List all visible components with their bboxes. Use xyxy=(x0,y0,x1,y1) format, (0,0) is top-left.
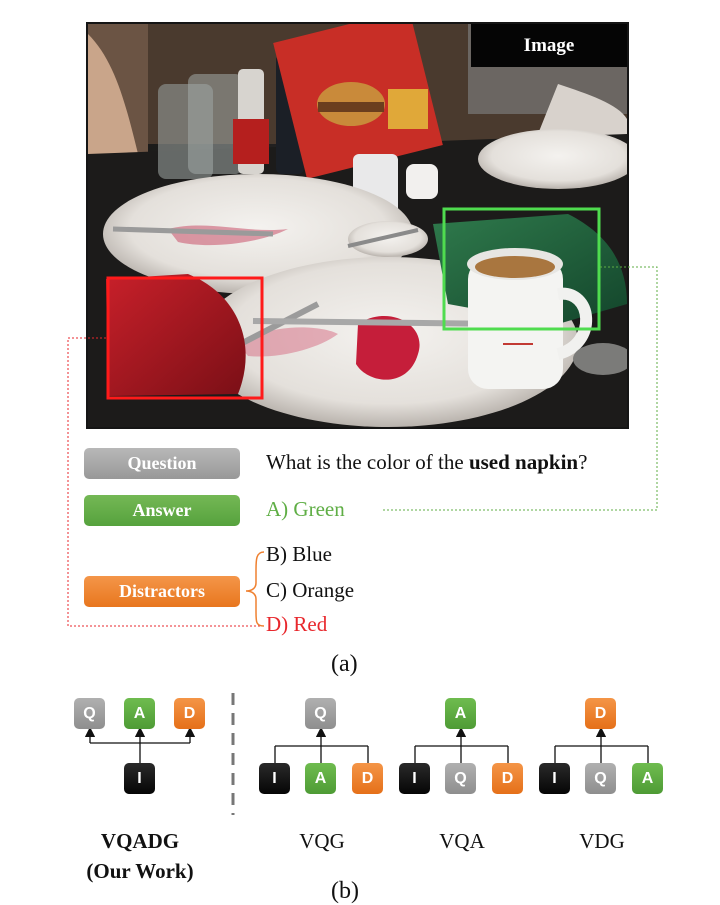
vdg-node-d: D xyxy=(585,698,616,729)
vdg-edges xyxy=(554,726,649,763)
vqadg-node-i: I xyxy=(124,763,155,794)
method-vqadg: VQADG (Our Work) xyxy=(64,826,216,886)
method-vqadg-subname: (Our Work) xyxy=(86,859,194,883)
vqa-node-q: Q xyxy=(445,763,476,794)
method-vqadg-name: VQADG xyxy=(100,829,180,853)
vqa-node-a: A xyxy=(445,698,476,729)
vqadg-node-a: A xyxy=(124,698,155,729)
vqadg-edges xyxy=(84,726,196,763)
vqa-node-i: I xyxy=(399,763,430,794)
vdg-node-q: Q xyxy=(585,763,616,794)
vqa-edges xyxy=(414,726,509,763)
caption-b: (b) xyxy=(331,878,359,904)
panel-b-edges xyxy=(84,693,649,815)
vdg-node-a: A xyxy=(632,763,663,794)
vqa-node-d: D xyxy=(492,763,523,794)
method-vdg: VDG xyxy=(579,829,625,853)
vqadg-node-q: Q xyxy=(74,698,105,729)
vqg-node-a: A xyxy=(305,763,336,794)
vqg-edges xyxy=(274,726,369,763)
vqadg-node-d: D xyxy=(174,698,205,729)
vqg-node-i: I xyxy=(259,763,290,794)
vdg-node-i: I xyxy=(539,763,570,794)
method-vqg: VQG xyxy=(299,829,345,853)
vqg-node-d: D xyxy=(352,763,383,794)
vqg-node-q: Q xyxy=(305,698,336,729)
method-vqa: VQA xyxy=(439,829,485,853)
